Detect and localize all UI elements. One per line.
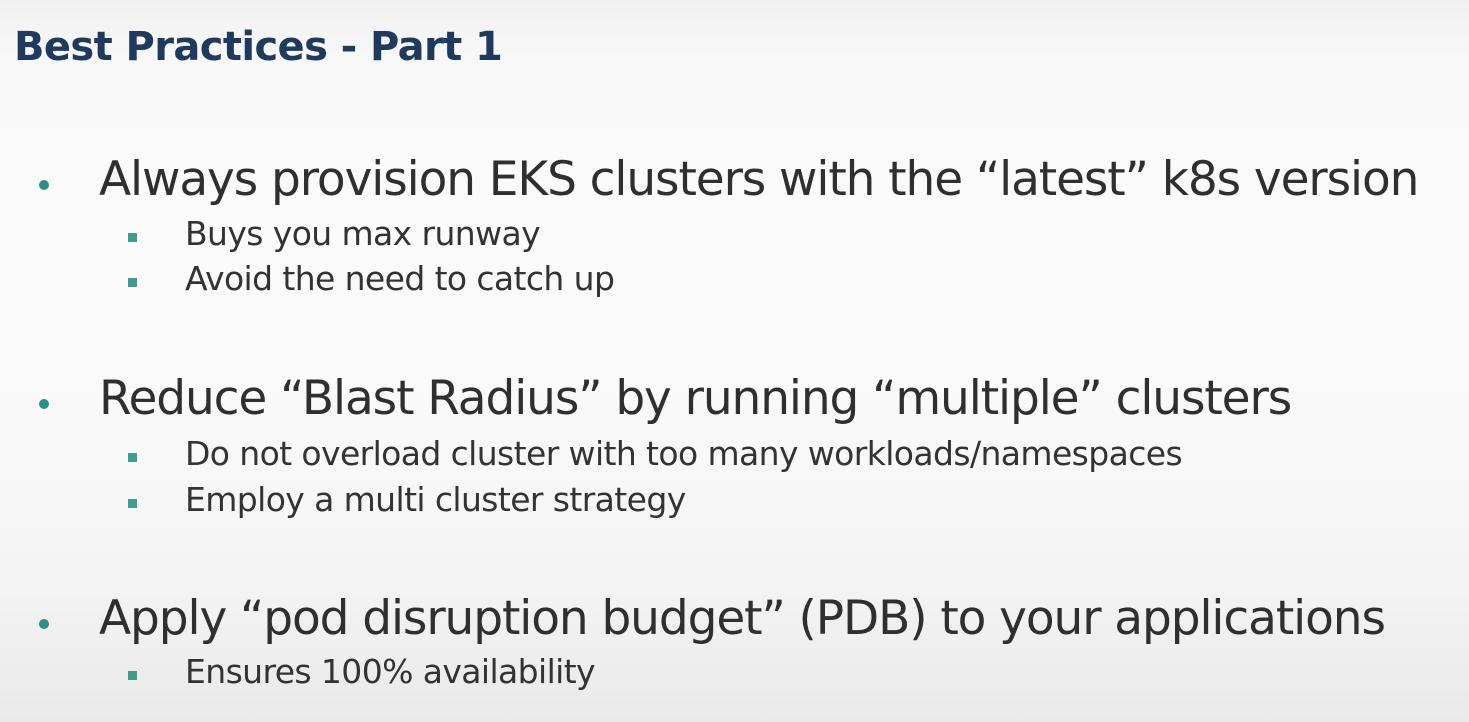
sub-bullet-square-icon xyxy=(128,453,137,462)
sub-bullet-square-icon xyxy=(128,278,137,287)
bullet-item: Reduce “Blast Radius” by running “multip… xyxy=(0,369,1469,429)
sub-bullet-item: Avoid the need to catch up xyxy=(0,259,1469,299)
bullet-dot-icon xyxy=(39,180,49,190)
bullet-text: Always provision EKS clusters with the “… xyxy=(99,152,1419,207)
slide: Best Practices - Part 1 Always provision… xyxy=(0,0,1469,722)
sub-bullet-item: Do not overload cluster with too many wo… xyxy=(0,434,1469,474)
sub-bullet-square-icon xyxy=(128,671,137,680)
bullet-dot-icon xyxy=(39,619,49,629)
sub-bullet-text: Ensures 100% availability xyxy=(185,652,596,691)
sub-bullet-text: Avoid the need to catch up xyxy=(185,259,615,298)
bullet-text: Reduce “Blast Radius” by running “multip… xyxy=(99,371,1292,426)
bullet-text: Apply “pod disruption budget” (PDB) to y… xyxy=(99,591,1386,646)
sub-bullet-text: Buys you max runway xyxy=(185,214,541,253)
sub-bullet-item: Employ a multi cluster strategy xyxy=(0,480,1469,520)
bullet-item: Apply “pod disruption budget” (PDB) to y… xyxy=(0,589,1469,649)
sub-bullet-item: Buys you max runway xyxy=(0,214,1469,254)
sub-bullet-item: Ensures 100% availability xyxy=(0,652,1469,692)
bullet-item: Always provision EKS clusters with the “… xyxy=(0,150,1469,210)
sub-bullet-square-icon xyxy=(128,233,137,242)
sub-bullet-text: Employ a multi cluster strategy xyxy=(185,480,686,519)
slide-title: Best Practices - Part 1 xyxy=(14,24,503,70)
sub-bullet-text: Do not overload cluster with too many wo… xyxy=(185,434,1183,473)
bullet-dot-icon xyxy=(39,399,49,409)
sub-bullet-square-icon xyxy=(128,499,137,508)
